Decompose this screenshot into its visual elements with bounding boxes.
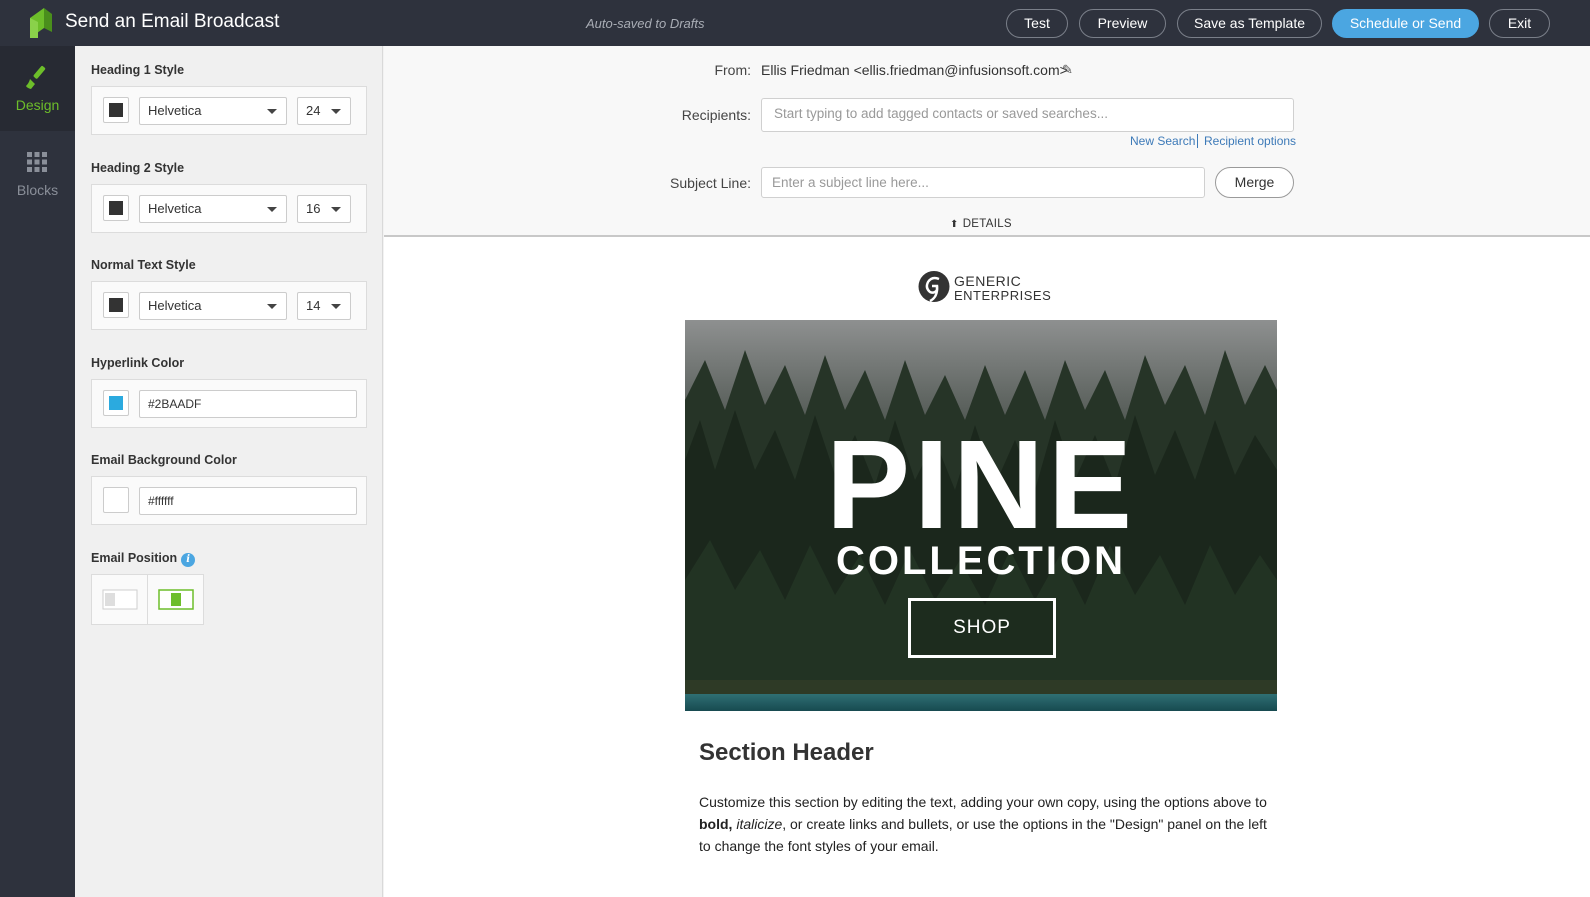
align-center-icon [158,589,194,610]
heading2-style-box: Helvetica 16 [91,184,367,233]
hero-subtitle: COLLECTION [836,539,1126,583]
main-area: From: Ellis Friedman <ellis.friedman@inf… [384,46,1590,897]
schedule-or-send-button[interactable]: Schedule or Send [1332,9,1479,38]
position-left-option[interactable] [92,575,148,624]
heading2-style-title: Heading 2 Style [91,161,185,175]
email-section-header[interactable]: Section Header [699,739,874,767]
merge-button[interactable]: Merge [1215,167,1294,198]
left-rail: Design Blocks [0,46,75,897]
brand-name-line1: GENERIC [954,273,1022,289]
heading1-size-value: 24 [306,103,321,118]
recipient-options-link[interactable]: Recipient options [1204,134,1296,148]
exit-button[interactable]: Exit [1489,9,1550,38]
link-divider [1197,134,1198,148]
heading1-style-title: Heading 1 Style [91,63,185,77]
chevron-down-icon [331,304,341,309]
info-icon[interactable]: i [181,553,196,567]
paintbrush-icon [26,65,46,89]
recipients-label: Recipients: [681,107,751,123]
rail-blocks-label: Blocks [16,182,59,198]
hyperlink-color-title: Hyperlink Color [91,356,185,370]
heading1-color-swatch[interactable] [103,97,129,123]
email-background-color-box: #ffffff [91,476,367,525]
email-position-label: Email Position [91,551,178,565]
shop-button[interactable]: SHOP [908,598,1056,658]
from-label: From: [714,62,751,78]
rail-item-design[interactable]: Design [0,46,75,131]
body-text-part1: Customize this section by editing the te… [699,794,1267,810]
from-value: Ellis Friedman <ellis.friedman@infusions… [761,62,1068,78]
heading2-color-swatch[interactable] [103,195,129,221]
test-button[interactable]: Test [1006,9,1068,38]
position-center-option[interactable] [148,575,204,624]
heading1-font-value: Helvetica [148,103,202,118]
grid-icon [27,152,47,172]
hero-title: PINE [825,414,1137,555]
new-search-link[interactable]: New Search [1130,134,1195,148]
page-title: Send an Email Broadcast [65,11,280,32]
normal-text-size-value: 14 [306,298,321,313]
body-text-italic: italicize [736,816,783,832]
brand-logo[interactable]: GENERIC ENTERPRISES [918,270,1052,304]
top-bar: Send an Email Broadcast Auto-saved to Dr… [0,0,1590,46]
preview-button[interactable]: Preview [1079,9,1166,38]
email-details-form: From: Ellis Friedman <ellis.friedman@inf… [384,46,1590,237]
heading1-font-select[interactable]: Helvetica [139,97,287,125]
normal-text-font-value: Helvetica [148,298,202,313]
heading2-size-value: 16 [306,201,321,216]
design-panel: Heading 1 Style Helvetica 24 Heading 2 S… [75,46,383,897]
email-background-color-title: Email Background Color [91,453,237,467]
autosave-status: Auto-saved to Drafts [586,16,705,31]
brand-name-line2: ENTERPRISES [954,288,1052,303]
chevron-down-icon [267,109,277,114]
hyperlink-color-box: #2BAADF [91,379,367,428]
chevron-down-icon [331,109,341,114]
background-color-swatch[interactable] [103,487,129,513]
chevron-down-icon [267,207,277,212]
rail-design-label: Design [15,97,60,113]
chevron-down-icon [331,207,341,212]
heading2-font-select[interactable]: Helvetica [139,195,287,223]
heading2-font-value: Helvetica [148,201,202,216]
email-position-options [91,574,204,625]
body-text-part2: , or create links and bullets, or use th… [699,816,1267,854]
align-left-icon [102,589,138,610]
heading1-size-select[interactable]: 24 [297,97,351,125]
details-toggle[interactable]: ⬆ DETAILS [950,218,1012,230]
email-body-text[interactable]: Customize this section by editing the te… [699,791,1279,857]
brand-logo-icon [918,271,950,303]
body-text-bold: bold, [699,816,733,832]
chevron-down-icon [267,304,277,309]
background-color-input[interactable]: #ffffff [139,487,357,515]
hero-image[interactable]: PINE COLLECTION SHOP [685,320,1277,711]
arrow-up-icon: ⬆ [950,219,959,230]
email-position-title: Email Position i [91,551,196,567]
normal-text-color-swatch[interactable] [103,292,129,318]
normal-text-style-box: Helvetica 14 [91,281,367,330]
heading1-style-box: Helvetica 24 [91,86,367,135]
subject-line-label: Subject Line: [670,175,751,191]
normal-text-font-select[interactable]: Helvetica [139,292,287,320]
subject-line-input[interactable]: Enter a subject line here... [761,167,1205,198]
app-logo-icon [30,8,52,38]
heading2-size-select[interactable]: 16 [297,195,351,223]
details-label: DETAILS [962,218,1012,230]
hyperlink-color-swatch[interactable] [103,390,129,416]
normal-text-style-title: Normal Text Style [91,258,196,272]
hyperlink-color-input[interactable]: #2BAADF [139,390,357,418]
pencil-icon[interactable]: ✎ [1062,62,1073,78]
save-as-template-button[interactable]: Save as Template [1177,9,1322,38]
rail-item-blocks[interactable]: Blocks [0,131,75,216]
recipients-input[interactable]: Start typing to add tagged contacts or s… [761,98,1294,132]
normal-text-size-select[interactable]: 14 [297,292,351,320]
